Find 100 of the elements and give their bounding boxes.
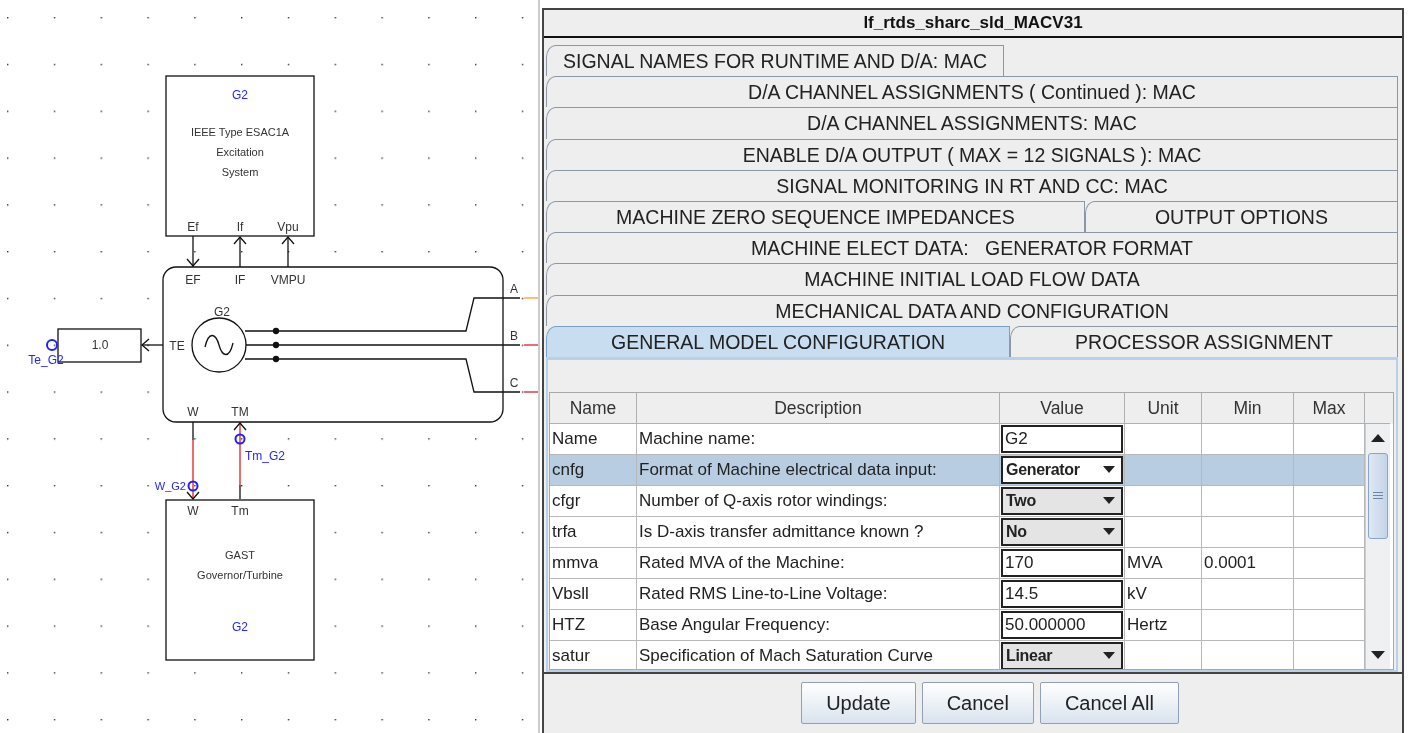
dialog-button[interactable]: Cancel — [921, 682, 1034, 725]
scroll-up-icon[interactable] — [1371, 433, 1385, 442]
source-label: G2 — [214, 305, 230, 319]
dropdown[interactable]: Two — [1001, 486, 1123, 515]
caret-icon — [1103, 496, 1115, 505]
governor-block[interactable] — [165, 499, 315, 661]
gain-value: 1.0 — [91, 338, 109, 352]
table-cell: MVA — [1127, 552, 1163, 572]
tab[interactable]: ENABLE D/A OUTPUT ( MAX = 12 SIGNALS ): MAC — [546, 138, 1398, 170]
port-label: VMPU — [270, 273, 306, 287]
table-cell: Name — [550, 423, 637, 455]
tab[interactable]: MECHANICAL DATA AND CONFIGURATION — [546, 294, 1398, 326]
ac-source-icon — [191, 317, 247, 373]
port-label: TM — [231, 405, 249, 419]
table-row[interactable]: satur Specification of Mach Saturation Curve Linear — [550, 640, 1365, 669]
dropdown[interactable]: Generator — [1001, 455, 1123, 484]
port-label: Vpu — [277, 220, 299, 234]
value-field[interactable]: 170 — [1001, 548, 1123, 577]
phase-label: B — [510, 329, 518, 343]
table-row[interactable]: Name Machine name: G2 — [550, 423, 1365, 455]
port-label: Ef — [187, 220, 199, 234]
tab[interactable]: MACHINE INITIAL LOAD FLOW DATA — [546, 263, 1398, 295]
table-row[interactable]: Vbsll Rated RMS Line-to-Line Voltage: 14.5 kV — [550, 578, 1365, 610]
signal-arrow — [186, 235, 200, 268]
tab[interactable]: MACHINE ELECT DATA: GENERATOR FORMAT — [546, 232, 1398, 264]
table-cell: cfgr — [550, 485, 637, 517]
table-row[interactable]: cnfg Format of Machine electrical data input: Generator — [550, 454, 1365, 486]
phase-wire — [523, 297, 539, 299]
value-field[interactable]: G2 — [1001, 424, 1123, 453]
table-cell: Machine name: — [637, 423, 1000, 455]
phase-label: C — [509, 376, 519, 390]
port-label: IF — [234, 273, 246, 287]
tab[interactable]: PROCESSOR ASSIGNMENT — [1010, 325, 1398, 357]
scroll-thumb[interactable] — [1368, 452, 1388, 539]
tab[interactable]: SIGNAL MONITORING IN RT AND CC: MAC — [546, 169, 1398, 201]
dropdown[interactable]: Linear — [1001, 641, 1123, 669]
dropdown[interactable]: No — [1001, 517, 1123, 546]
signal-arrow — [281, 236, 295, 268]
signal-label: W_G2 — [154, 480, 186, 492]
tab[interactable]: D/A CHANNEL ASSIGNMENTS ( Continued ): MAC — [546, 76, 1398, 108]
table-cell: Number of Q-axis rotor windings: — [637, 485, 1000, 517]
table-row[interactable]: HTZ Base Angular Frequency: 50.000000 Hertz — [550, 609, 1365, 641]
table-cell: mmva — [550, 547, 637, 579]
caret-icon — [1103, 651, 1115, 660]
block-title: GAST — [225, 549, 255, 561]
port-label: EF — [185, 273, 201, 287]
table-row[interactable]: mmva Rated MVA of the Machine: 170 MVA 0.0001 — [550, 547, 1365, 579]
signal-arrow — [233, 236, 247, 268]
signal-node-icon — [46, 339, 58, 351]
scroll-down-icon[interactable] — [1371, 650, 1385, 659]
port-label: Tm — [231, 504, 249, 518]
table-row[interactable]: cfgr Number of Q-axis rotor windings: Two — [550, 485, 1365, 517]
table-cell: Hertz — [1127, 614, 1168, 634]
signal-label: Tm_G2 — [245, 449, 285, 463]
table-cell: cnfg — [550, 454, 637, 486]
table-cell: Base Angular Frequency: — [637, 609, 1000, 641]
column-header[interactable]: Unit — [1125, 392, 1202, 424]
column-header[interactable]: Max — [1294, 392, 1365, 424]
tab[interactable]: SIGNAL NAMES FOR RUNTIME AND D/A: MAC — [546, 45, 1004, 77]
phase-wire — [523, 391, 539, 393]
signal-label: Te_G2 — [28, 353, 64, 367]
caret-icon — [1103, 465, 1115, 474]
port-label: TE — [169, 339, 185, 353]
signal-node-icon — [187, 480, 199, 492]
tab[interactable]: MACHINE ZERO SEQUENCE IMPEDANCES — [546, 200, 1085, 233]
column-header[interactable]: Min — [1202, 392, 1294, 424]
table-cell: HTZ — [550, 609, 637, 641]
block-title: System — [221, 166, 259, 178]
table-cell: Is D-axis transfer admittance known ? — [637, 516, 1000, 548]
machine-block[interactable] — [162, 266, 504, 423]
table-cell: Rated MVA of the Machine: — [637, 547, 1000, 579]
table-cell: Format of Machine electrical data input: — [637, 454, 1000, 486]
column-header[interactable]: Name — [550, 392, 637, 424]
scrollbar[interactable] — [1365, 423, 1390, 669]
tab[interactable]: D/A CHANNEL ASSIGNMENTS: MAC — [546, 107, 1398, 139]
exciter-block[interactable] — [165, 75, 315, 237]
table-cell: Specification of Mach Saturation Curve — [637, 640, 1000, 669]
port-label: W — [187, 405, 199, 419]
table-cell: Vbsll — [550, 578, 637, 610]
table-row[interactable]: trfa Is D-axis transfer admittance known ? No — [550, 516, 1365, 548]
column-header[interactable]: Value — [1000, 392, 1125, 424]
table-cell: trfa — [550, 516, 637, 548]
dialog-button[interactable]: Cancel All — [1039, 682, 1179, 725]
signal-node-icon — [234, 433, 246, 445]
signal-arrow — [141, 338, 164, 352]
dialog-button[interactable]: Update — [801, 682, 916, 725]
column-header[interactable]: Description — [637, 392, 1000, 424]
tab[interactable]: GENERAL MODEL CONFIGURATION — [546, 325, 1011, 357]
block-id: G2 — [232, 88, 248, 102]
caret-icon — [1103, 527, 1115, 536]
phase-wire — [523, 344, 539, 346]
table-cell: 0.0001 — [1204, 552, 1256, 572]
block-title: IEEE Type ESAC1A — [190, 126, 290, 138]
tab[interactable]: OUTPUT OPTIONS — [1084, 200, 1398, 233]
block-title: Governor/Turbine — [197, 569, 283, 581]
phase-label: A — [510, 282, 518, 296]
value-field[interactable]: 14.5 — [1001, 579, 1123, 608]
port-label: W — [187, 504, 199, 518]
value-field[interactable]: 50.000000 — [1001, 610, 1123, 639]
table-cell: satur — [550, 640, 637, 669]
